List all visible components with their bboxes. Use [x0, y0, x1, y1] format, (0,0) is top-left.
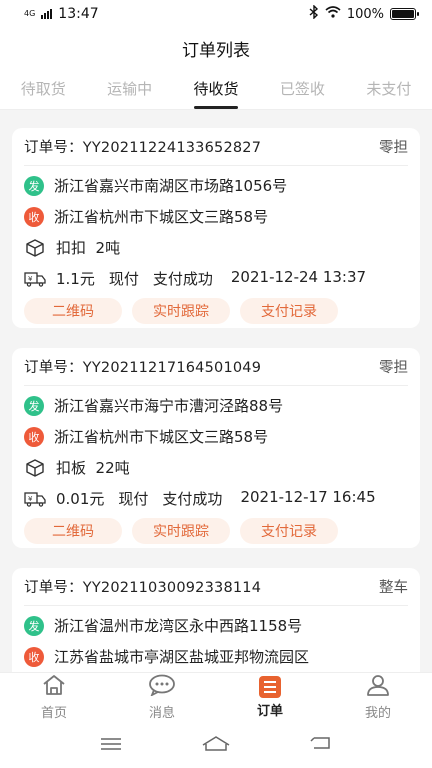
card-actions: 二维码 实时跟踪 支付记录: [24, 298, 408, 324]
order-card-header: 订单号：YY20211217164501049 零担: [24, 348, 408, 386]
sender-address: 浙江省嘉兴市海宁市漕河泾路88号: [54, 397, 284, 415]
home-nav-icon[interactable]: [201, 735, 231, 755]
signal-icon: [41, 9, 53, 19]
order-type: 零担: [379, 140, 408, 156]
order-card[interactable]: 订单号：YY20211030092338114 整车 发 浙江省温州市龙湾区永中…: [12, 568, 420, 674]
track-button[interactable]: 实时跟踪: [132, 518, 230, 544]
pay-status: 支付成功: [152, 270, 213, 288]
cargo-row: 扣板 22吨: [24, 452, 408, 483]
tabbar-messages-label: 消息: [148, 706, 175, 721]
status-bar: 4G 13:47 100%: [0, 0, 432, 28]
sender-row: 发 浙江省温州市龙湾区永中西路1158号: [24, 610, 408, 641]
battery-icon: [390, 8, 419, 20]
pay-method: 现付: [118, 490, 149, 508]
tabbar-home[interactable]: 首页: [0, 673, 108, 722]
track-button[interactable]: 实时跟踪: [132, 298, 230, 324]
order-list[interactable]: 订单号：YY20211224133652827 零担 发 浙江省嘉兴市南湖区市场…: [0, 118, 432, 674]
send-badge: 发: [24, 395, 44, 416]
svg-text:¥: ¥: [28, 275, 33, 283]
tab-pending-pickup[interactable]: 待取货: [0, 68, 86, 109]
receiver-row: 收 浙江省杭州市下城区文三路58号: [24, 201, 408, 232]
tab-unpaid[interactable]: 未支付: [346, 68, 432, 109]
payment-record-button[interactable]: 支付记录: [240, 298, 338, 324]
order-card[interactable]: 订单号：YY20211224133652827 零担 发 浙江省嘉兴市南湖区市场…: [12, 128, 420, 328]
status-tabs: 待取货 运输中 待收货 已签收 未支付: [0, 68, 432, 110]
tabbar-orders[interactable]: 订单: [216, 673, 324, 722]
sender-address: 浙江省温州市龙湾区永中西路1158号: [54, 617, 303, 635]
status-left: 4G 13:47: [24, 6, 99, 22]
payment-row: ¥ 0.01元 现付 支付成功 2021-12-17 16:45: [24, 483, 408, 514]
order-number: 订单号：YY20211217164501049: [24, 360, 262, 376]
qrcode-button[interactable]: 二维码: [24, 298, 122, 324]
tabbar-profile[interactable]: 我的: [324, 673, 432, 722]
receive-badge: 收: [24, 646, 44, 667]
tabbar-profile-label: 我的: [364, 706, 391, 721]
truck-fee-icon: ¥: [24, 489, 46, 509]
menu-icon[interactable]: [100, 736, 122, 755]
fee-amount: 1.1元: [56, 270, 95, 288]
back-icon[interactable]: [310, 735, 332, 755]
order-type: 整车: [379, 580, 408, 596]
home-icon: [41, 674, 67, 700]
cargo-info: 扣扣 2吨: [56, 239, 121, 257]
tabbar-home-label: 首页: [40, 706, 67, 721]
bluetooth-icon: [309, 4, 319, 23]
send-badge: 发: [24, 175, 44, 196]
payment-record-button[interactable]: 支付记录: [240, 518, 338, 544]
pay-status: 支付成功: [162, 490, 223, 508]
chat-icon: [148, 674, 176, 700]
page-title: 订单列表: [182, 40, 250, 61]
bottom-tab-bar: 首页 消息 订单 我的: [0, 672, 432, 722]
receiver-address: 浙江省杭州市下城区文三路58号: [54, 208, 269, 226]
network-label: 4G: [24, 9, 36, 18]
cargo-info: 扣板 22吨: [56, 459, 130, 477]
wifi-icon: [325, 6, 341, 22]
payment-info: 0.01元 现付 支付成功 2021-12-17 16:45: [56, 488, 376, 509]
cargo-row: 扣扣 2吨: [24, 232, 408, 263]
system-nav-bar: [0, 722, 432, 768]
receiver-row: 收 江苏省盐城市亭湖区盐城亚邦物流园区: [24, 641, 408, 672]
user-icon: [365, 674, 391, 700]
tab-pending-receipt[interactable]: 待收货: [173, 68, 259, 109]
clock: 13:47: [58, 6, 99, 22]
status-right: 100%: [309, 4, 419, 23]
qrcode-button[interactable]: 二维码: [24, 518, 122, 544]
sender-row: 发 浙江省嘉兴市海宁市漕河泾路88号: [24, 390, 408, 421]
card-actions: 二维码 实时跟踪 支付记录: [24, 518, 408, 544]
order-number: 订单号：YY20211224133652827: [24, 140, 262, 156]
order-card[interactable]: 订单号：YY20211217164501049 零担 发 浙江省嘉兴市海宁市漕河…: [12, 348, 420, 548]
receiver-address: 浙江省杭州市下城区文三路58号: [54, 428, 269, 446]
receive-badge: 收: [24, 206, 44, 227]
tabbar-messages[interactable]: 消息: [108, 673, 216, 722]
order-time: 2021-12-17 16:45: [240, 488, 376, 506]
sender-address: 浙江省嘉兴市南湖区市场路1056号: [54, 177, 288, 195]
order-time: 2021-12-24 13:37: [230, 268, 367, 286]
receive-badge: 收: [24, 426, 44, 447]
order-type: 零担: [379, 360, 408, 376]
title-bar: 订单列表: [0, 28, 432, 68]
package-icon: [24, 238, 46, 258]
receiver-row: 收 浙江省杭州市下城区文三路58号: [24, 421, 408, 452]
tab-signed[interactable]: 已签收: [259, 68, 345, 109]
order-number: 订单号：YY20211030092338114: [24, 580, 262, 596]
sender-row: 发 浙江省嘉兴市南湖区市场路1056号: [24, 170, 408, 201]
tab-in-transit[interactable]: 运输中: [86, 68, 172, 109]
tabbar-orders-label: 订单: [256, 704, 283, 719]
order-card-header: 订单号：YY20211030092338114 整车: [24, 568, 408, 606]
svg-text:¥: ¥: [28, 495, 33, 503]
battery-percent: 100%: [346, 6, 384, 22]
package-icon: [24, 458, 46, 478]
truck-fee-icon: ¥: [24, 269, 46, 289]
payment-info: 1.1元 现付 支付成功 2021-12-24 13:37: [56, 268, 366, 289]
receiver-address: 江苏省盐城市亭湖区盐城亚邦物流园区: [54, 648, 310, 666]
send-badge: 发: [24, 615, 44, 636]
pay-method: 现付: [108, 270, 139, 288]
order-icon: [259, 676, 281, 698]
payment-row: ¥ 1.1元 现付 支付成功 2021-12-24 13:37: [24, 263, 408, 294]
order-card-header: 订单号：YY20211224133652827 零担: [24, 128, 408, 166]
fee-amount: 0.01元: [56, 490, 105, 508]
